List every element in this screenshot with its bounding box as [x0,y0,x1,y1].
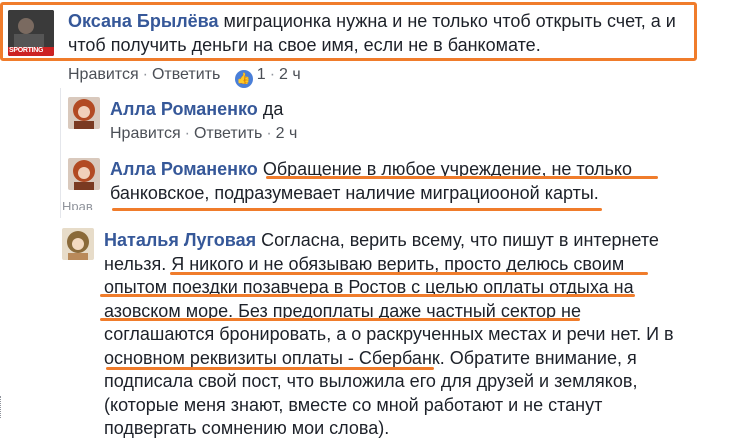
comment-line-1: Согласна, верить всему, что пишут в инте… [261,230,659,250]
author-name[interactable]: Алла Романенко [110,99,258,119]
comment-actions-oksana: Нравится · Ответить 👍 1 · 2 ч [68,65,301,88]
author-name[interactable]: Алла Романенко [110,159,258,179]
comment-body-alla-2: Алла Романенко Обращение в любое учрежде… [110,157,710,205]
reply-link[interactable]: Ответить [194,125,262,142]
comment-line-8: (которые меня знают, вместе со мной рабо… [104,394,603,415]
underline [106,367,434,370]
avatar-image [68,158,100,190]
comment-actions-alla-1: Нравится · Ответить · 2 ч [110,125,298,142]
avatar-alla-2[interactable] [68,158,100,190]
avatar-oksana[interactable]: SPORTING [8,10,54,56]
comment-body-alla-1: Алла Романенко да [110,97,283,121]
author-name[interactable]: Наталья Луговая [104,230,256,250]
underline [112,208,602,211]
reply-thread-line [60,88,61,218]
underline [170,272,648,275]
clipped-meta-fragment: Нрав [62,200,93,210]
avatar-alla-1[interactable] [68,97,100,129]
avatar-natalya[interactable] [62,228,94,260]
avatar-label: SPORTING [9,47,44,54]
comment-body-natalya: Наталья Луговая Согласна, верить всему, … [104,229,734,441]
underline [100,318,580,321]
left-edge-fragment [0,396,4,418]
like-link[interactable]: Нравится [110,125,181,142]
avatar-image [68,97,100,129]
comment-line-6: основном реквизиты оплаты - Сбербанк. Об… [104,347,637,368]
comment-line-1: да [262,99,284,119]
reply-link[interactable]: Ответить [152,66,220,83]
timestamp[interactable]: 2 ч [276,125,298,142]
comment-line-7: подписала свой пост, что выложила его дл… [104,371,638,391]
comment-line-1: миграционка нужна и не только чтоб откры… [223,11,676,31]
comment-line-2: нельзя. Я никого и не обязываю верить, п… [104,253,625,274]
author-name[interactable]: Оксана Брылёва [68,11,219,31]
underline [100,294,635,297]
thumbs-up-icon: 👍 [234,70,253,88]
comment-line-2: банковское, подразумевает наличие миграц… [110,183,599,203]
comment-line-2: чтоб получить деньги на свое имя, если н… [68,35,541,55]
like-link[interactable]: Нравится [68,66,139,83]
avatar-image [62,228,94,260]
underline [266,176,658,179]
comment-line-9: подвергать сомнению мои слова). [104,418,390,438]
timestamp[interactable]: 2 ч [279,66,301,83]
like-count[interactable]: 👍 1 [234,66,266,88]
comment-line-5: соглашаются бронировать, а о раскрученны… [104,324,674,344]
comment-body-oksana: Оксана Брылёва миграционка нужна и не то… [68,9,688,57]
